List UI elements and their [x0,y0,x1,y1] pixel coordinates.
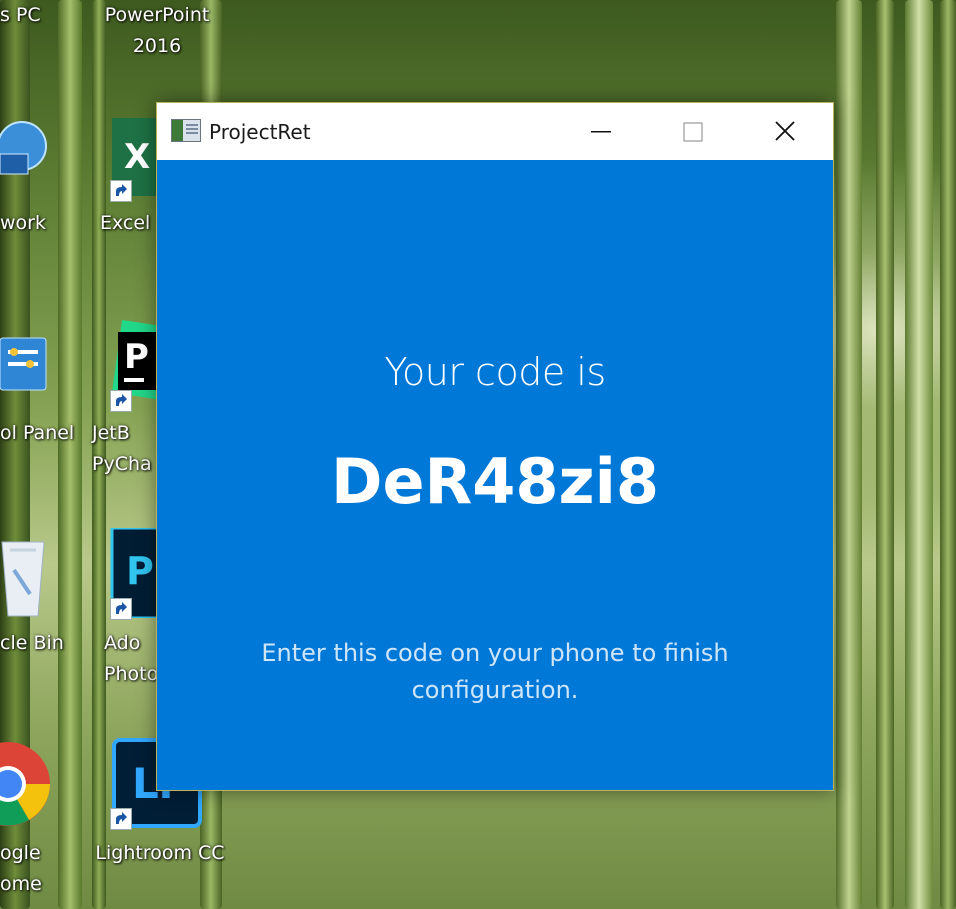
pycharm-icon[interactable]: P [112,320,162,400]
app-window-icon[interactable] [171,119,201,142]
bamboo-stalk [876,0,894,909]
recycle-bin-icon[interactable] [0,530,46,620]
svg-text:P: P [124,337,149,377]
bamboo-stalk [58,0,82,909]
desktop-icon-control-panel-label[interactable]: ol Panel [0,418,80,449]
bamboo-stalk [836,0,862,909]
svg-text:X: X [124,137,150,177]
desktop-icon-recycle-bin-label[interactable]: cle Bin [0,628,70,659]
maximize-button[interactable] [647,103,739,160]
network-icon[interactable] [0,112,48,194]
svg-text:P: P [126,549,154,593]
desktop-icon-excel-label[interactable]: Excel [100,208,156,239]
desktop-icon-powerpoint-label[interactable]: PowerPoint 2016 [92,0,222,62]
shortcut-arrow-icon [110,390,132,412]
projectret-window: ProjectRet Your code is DeR48zi8 Enter t… [156,102,834,791]
shortcut-arrow-icon [110,180,132,202]
shortcut-arrow-icon [110,808,132,830]
minimize-button[interactable] [555,103,647,160]
bamboo-stalk [940,0,956,909]
desktop-icon-photoshop-label[interactable]: Ado Photo [104,628,160,690]
close-button[interactable] [739,103,831,160]
desktop-background: s PC PowerPoint 2016 work X Excel ol Pan… [0,0,956,909]
minimize-icon [591,131,611,133]
window-titlebar[interactable]: ProjectRet [157,103,833,160]
pairing-code: DeR48zi8 [330,445,659,518]
maximize-icon [683,122,703,142]
desktop-icon-network-label[interactable]: work [0,208,56,239]
desktop-icon-chrome-label[interactable]: ogle ome [0,838,50,900]
desktop-icon-this-pc-label[interactable]: s PC [0,0,50,31]
bamboo-stalk [905,0,933,909]
code-intro-text: Your code is [384,350,606,394]
shortcut-arrow-icon [110,598,132,620]
desktop-icon-lightroom-label[interactable]: Lightroom CC [82,838,238,869]
instructions-text: Enter this code on your phone to finish … [261,639,729,704]
close-icon [775,121,795,141]
desktop-icon-pycharm-label[interactable]: JetB PyCha [92,418,156,480]
window-title: ProjectRet [209,120,311,144]
control-panel-icon[interactable] [0,334,48,394]
chrome-icon[interactable] [0,738,50,830]
pairing-code-panel: Your code is DeR48zi8 Enter this code on… [157,160,833,790]
